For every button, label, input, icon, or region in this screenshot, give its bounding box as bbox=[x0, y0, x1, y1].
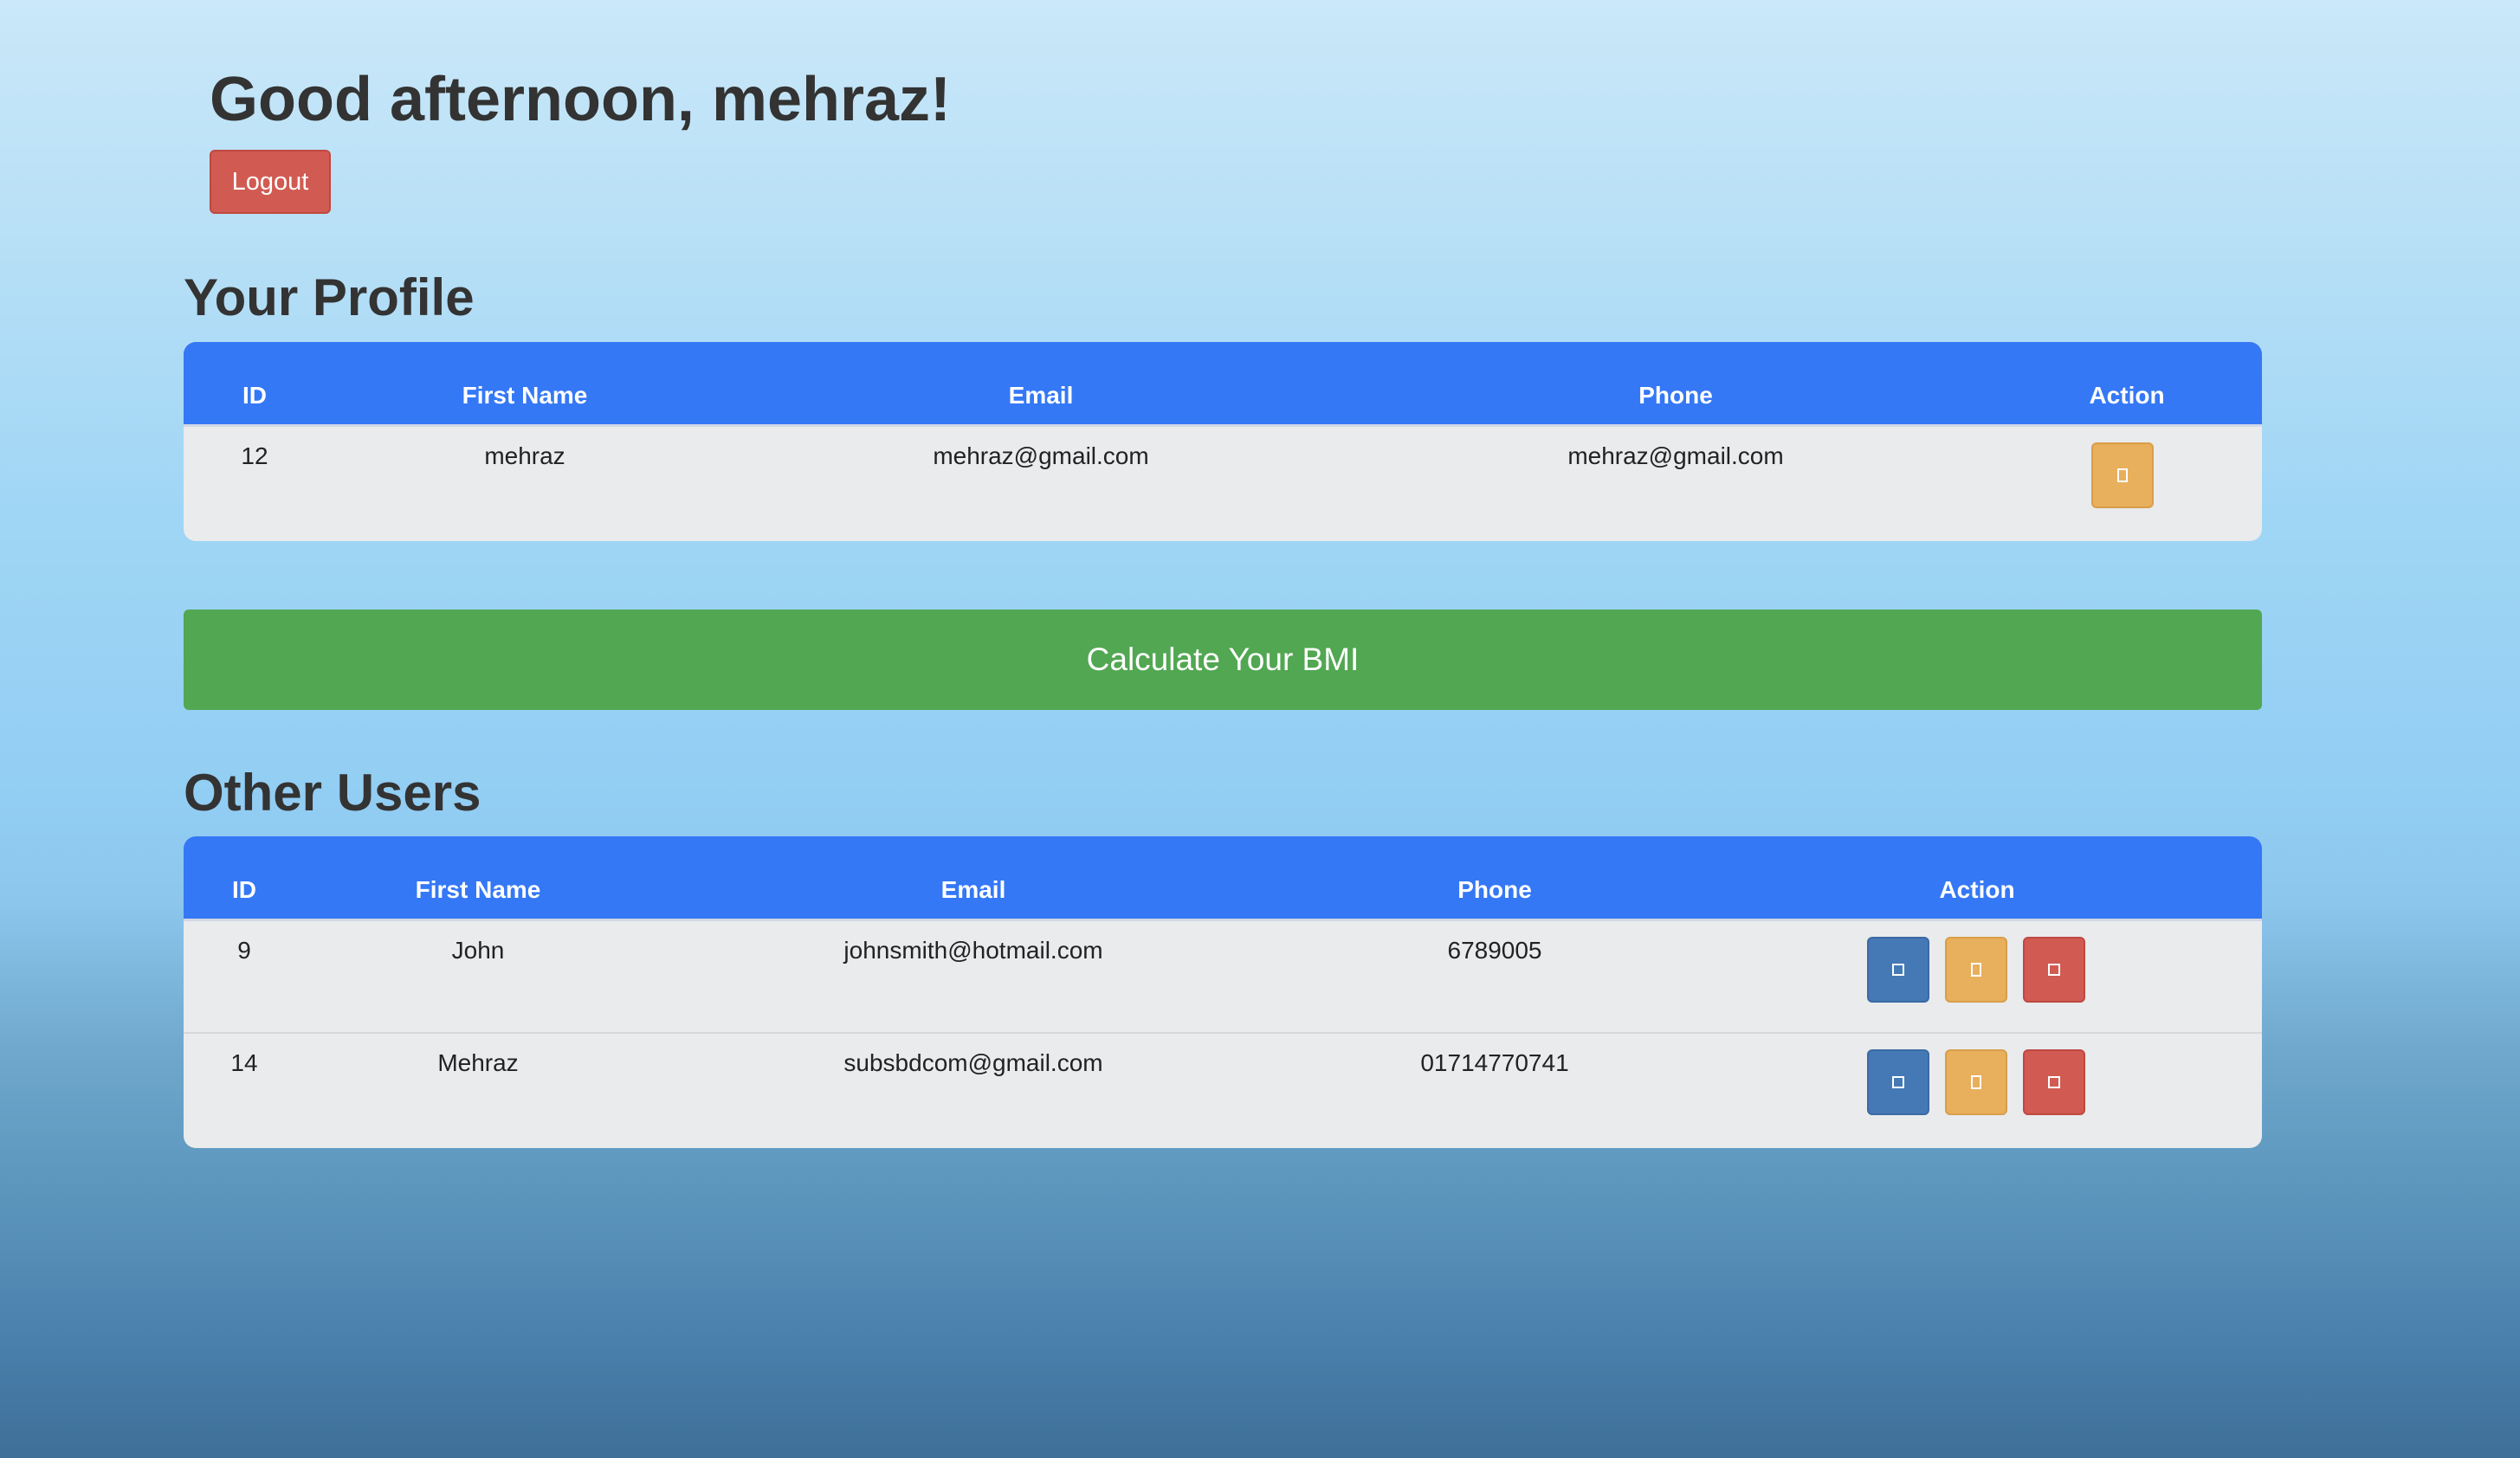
cell-email: mehraz@gmail.com bbox=[933, 442, 1149, 469]
header-id: ID bbox=[232, 876, 256, 903]
header-email: Email bbox=[940, 876, 1006, 903]
table-row: 9 John johnsmith@hotmail.com 6789005 bbox=[184, 921, 2262, 1034]
profile-table: ID First Name Email Phone Action 12 mehr… bbox=[184, 342, 2262, 541]
row-actions bbox=[2091, 442, 2154, 508]
cell-first-name: mehraz bbox=[484, 442, 565, 469]
delete-user-button[interactable] bbox=[2023, 937, 2085, 1003]
cell-first-name: Mehraz bbox=[437, 1049, 519, 1076]
cell-id: 9 bbox=[237, 937, 251, 964]
view-user-button[interactable] bbox=[1867, 937, 1929, 1003]
cell-email: johnsmith@hotmail.com bbox=[843, 937, 1103, 964]
cell-phone: mehraz@gmail.com bbox=[1567, 442, 1784, 469]
view-icon bbox=[1892, 1076, 1904, 1088]
row-actions bbox=[1867, 937, 2085, 1003]
row-actions bbox=[1867, 1049, 2085, 1115]
table-row: 14 Mehraz subsbdcom@gmail.com 0171477074… bbox=[184, 1034, 2262, 1146]
table-row: 12 mehraz mehraz@gmail.com mehraz@gmail.… bbox=[184, 427, 2262, 539]
cell-email: subsbdcom@gmail.com bbox=[843, 1049, 1103, 1076]
delete-icon bbox=[2048, 1076, 2060, 1088]
delete-user-button[interactable] bbox=[2023, 1049, 2085, 1115]
cell-phone: 01714770741 bbox=[1420, 1049, 1569, 1076]
cell-first-name: John bbox=[451, 937, 505, 964]
edit-icon bbox=[1971, 1075, 1981, 1089]
other-users-section-title: Other Users bbox=[184, 764, 481, 822]
cell-id: 14 bbox=[230, 1049, 258, 1076]
header-phone: Phone bbox=[1457, 876, 1532, 903]
edit-icon bbox=[2117, 468, 2128, 482]
header-id: ID bbox=[242, 382, 267, 409]
delete-icon bbox=[2048, 964, 2060, 976]
view-user-button[interactable] bbox=[1867, 1049, 1929, 1115]
header-phone: Phone bbox=[1638, 382, 1713, 409]
edit-user-button[interactable] bbox=[1945, 1049, 2007, 1115]
profile-section-title: Your Profile bbox=[184, 268, 475, 326]
edit-icon bbox=[1971, 963, 1981, 977]
edit-profile-button[interactable] bbox=[2091, 442, 2154, 508]
logout-button[interactable]: Logout bbox=[210, 150, 331, 214]
calculate-bmi-button[interactable]: Calculate Your BMI bbox=[184, 610, 2262, 710]
cell-phone: 6789005 bbox=[1447, 937, 1542, 964]
header-first-name: First Name bbox=[415, 876, 541, 903]
header-action: Action bbox=[1939, 876, 2015, 903]
cell-id: 12 bbox=[241, 442, 268, 469]
view-icon bbox=[1892, 964, 1904, 976]
profile-table-header: ID First Name Email Phone Action bbox=[184, 342, 2262, 427]
header-action: Action bbox=[2089, 382, 2165, 409]
header-email: Email bbox=[1008, 382, 1074, 409]
greeting-heading: Good afternoon, mehraz! bbox=[210, 65, 952, 134]
header-first-name: First Name bbox=[462, 382, 588, 409]
edit-user-button[interactable] bbox=[1945, 937, 2007, 1003]
other-users-table-header: ID First Name Email Phone Action bbox=[184, 836, 2262, 921]
other-users-table: ID First Name Email Phone Action 9 John … bbox=[184, 836, 2262, 1148]
